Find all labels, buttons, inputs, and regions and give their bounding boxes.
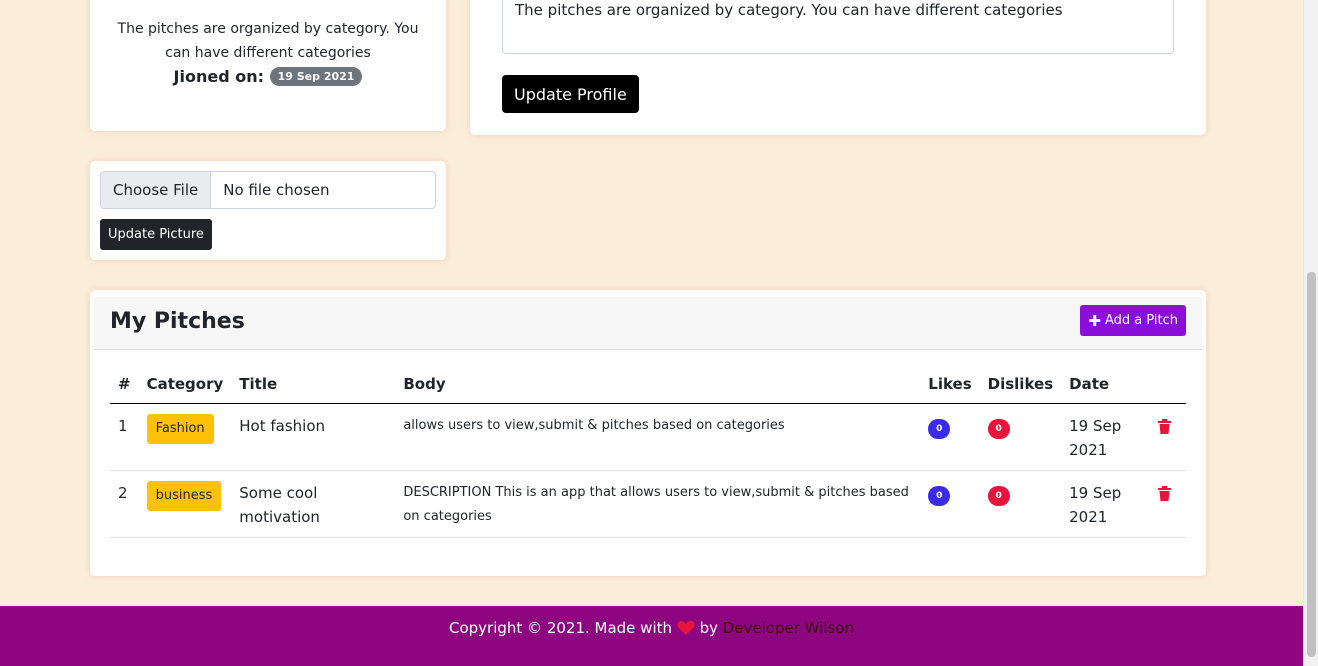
footer-by: by bbox=[699, 619, 718, 637]
column-header: # bbox=[110, 368, 139, 404]
bio-textarea[interactable]: The pitches are organized by category. Y… bbox=[502, 0, 1174, 54]
edit-profile-card: The pitches are organized by category. Y… bbox=[470, 0, 1206, 135]
update-picture-button[interactable]: Update Picture bbox=[100, 219, 212, 250]
page-scrollbar[interactable] bbox=[1303, 0, 1318, 666]
my-pitches-card: My Pitches ✚ Add a Pitch # Category Titl… bbox=[90, 290, 1206, 576]
actions-cell bbox=[1150, 470, 1186, 538]
column-header-actions bbox=[1150, 368, 1186, 404]
file-status-text: No file chosen bbox=[223, 181, 330, 199]
dislikes-cell: 0 bbox=[979, 470, 1062, 538]
table-row: 2 business Some cool motivation DESCRIPT… bbox=[110, 470, 1186, 538]
profile-bio: The pitches are organized by category. Y… bbox=[117, 21, 419, 61]
page: The pitches are organized by category. Y… bbox=[0, 0, 1303, 666]
trash-icon[interactable] bbox=[1158, 484, 1172, 508]
column-header: Dislikes bbox=[979, 368, 1062, 404]
category-badge: Fashion bbox=[146, 414, 214, 444]
category-badge: business bbox=[146, 481, 222, 511]
category-cell: Fashion bbox=[138, 403, 232, 471]
pitch-date: 19 Sep 2021 bbox=[1061, 403, 1151, 471]
file-input[interactable]: Choose File No file chosen bbox=[100, 171, 436, 209]
joined-info: Jioned on: 19 Sep 2021 bbox=[90, 67, 446, 86]
likes-cell: 0 bbox=[920, 403, 980, 471]
pitches-table: # Category Title Body Likes Dislikes Dat… bbox=[110, 368, 1186, 538]
pitch-title: Hot fashion bbox=[231, 403, 396, 471]
column-header: Likes bbox=[920, 368, 980, 404]
column-header: Title bbox=[231, 368, 396, 404]
pitch-date: 19 Sep 2021 bbox=[1061, 470, 1151, 538]
joined-label: Jioned on: bbox=[173, 67, 265, 86]
dislikes-cell: 0 bbox=[979, 403, 1062, 471]
update-picture-card: Choose File No file chosen Update Pictur… bbox=[90, 161, 446, 260]
dislikes-badge: 0 bbox=[987, 486, 1010, 506]
table-header-row: # Category Title Body Likes Dislikes Dat… bbox=[110, 368, 1186, 404]
table-row: 1 Fashion Hot fashion allows users to vi… bbox=[110, 403, 1186, 471]
pitches-title: My Pitches bbox=[110, 309, 245, 334]
column-header: Date bbox=[1061, 368, 1151, 404]
update-profile-button[interactable]: Update Profile bbox=[502, 75, 639, 113]
likes-badge: 0 bbox=[928, 486, 951, 506]
trash-icon[interactable] bbox=[1158, 417, 1172, 441]
likes-badge: 0 bbox=[928, 419, 951, 439]
pitches-header: My Pitches ✚ Add a Pitch bbox=[94, 297, 1202, 350]
pitch-body: DESCRIPTION This is an app that allows u… bbox=[395, 470, 921, 538]
column-header: Category bbox=[138, 368, 232, 404]
copyright-text: Copyright © 2021. Made with bbox=[448, 619, 672, 637]
column-header: Body bbox=[395, 368, 921, 404]
plus-icon: ✚ bbox=[1088, 311, 1101, 330]
row-number: 2 bbox=[110, 470, 139, 538]
heart-icon bbox=[677, 609, 695, 653]
pitch-body: allows users to view,submit & pitches ba… bbox=[395, 403, 921, 471]
pitch-title: Some cool motivation bbox=[231, 470, 396, 538]
author-link[interactable]: Developer Wilson bbox=[723, 619, 854, 637]
add-pitch-button[interactable]: ✚ Add a Pitch bbox=[1080, 305, 1186, 336]
scrollbar-thumb[interactable] bbox=[1307, 272, 1316, 657]
footer: Copyright © 2021. Made with by Developer… bbox=[0, 606, 1303, 666]
category-cell: business bbox=[138, 470, 232, 538]
profile-card: The pitches are organized by category. Y… bbox=[90, 0, 446, 131]
choose-file-button[interactable]: Choose File bbox=[101, 172, 212, 208]
actions-cell bbox=[1150, 403, 1186, 471]
dislikes-badge: 0 bbox=[987, 419, 1010, 439]
joined-date-badge: 19 Sep 2021 bbox=[269, 67, 363, 86]
row-number: 1 bbox=[110, 403, 139, 471]
add-pitch-label: Add a Pitch bbox=[1104, 313, 1178, 328]
likes-cell: 0 bbox=[920, 470, 980, 538]
